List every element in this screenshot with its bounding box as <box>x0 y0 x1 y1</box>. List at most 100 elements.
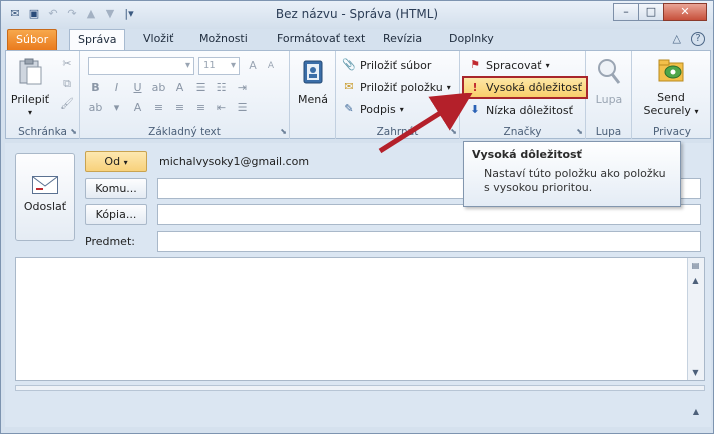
window-title: Bez názvu - Správa (HTML) <box>275 7 439 21</box>
align-center-icon[interactable]: ≡ <box>172 101 187 114</box>
dialog-launcher-icon[interactable]: ⬊ <box>280 127 287 136</box>
message-body[interactable]: ▤ ▲ ▼ <box>15 257 705 381</box>
chevron-down-icon: ▾ <box>113 101 120 114</box>
format-row-1: B I U ab A ☰ ☷ ⇥ <box>88 81 250 94</box>
minimize-button[interactable]: – <box>613 3 639 21</box>
tab-review[interactable]: Revízia <box>375 29 430 51</box>
high-importance-label: Vysoká dôležitosť <box>486 81 583 94</box>
tab-message[interactable]: Správa <box>69 29 126 51</box>
copy-icon[interactable]: ⧉ <box>60 77 74 91</box>
cc-button[interactable]: Kópia... <box>85 204 147 225</box>
group-label-basic-text: Základný text <box>148 126 221 138</box>
maximize-button[interactable]: □ <box>638 3 664 21</box>
dialog-launcher-icon[interactable]: ⬊ <box>576 127 583 136</box>
send-button[interactable]: Odoslať <box>15 153 75 241</box>
font-size-value: 11 <box>203 60 216 71</box>
outdent-icon[interactable]: ⇤ <box>214 101 229 114</box>
tab-file[interactable]: Súbor <box>7 29 58 51</box>
tab-format-text[interactable]: Formátovať text <box>269 29 373 51</box>
indent-icon[interactable]: ⇥ <box>235 81 250 94</box>
minimize-ribbon-icon[interactable]: △ <box>673 32 681 46</box>
align-right-icon[interactable]: ≡ <box>193 101 208 114</box>
align-justify-icon[interactable]: ☰ <box>235 101 250 114</box>
group-privacy: Send Securely ▾ Privacy <box>632 51 712 139</box>
expand-people-pane-icon[interactable]: ▲ <box>689 405 703 419</box>
group-label-privacy: Privacy <box>652 126 692 138</box>
underline-icon[interactable]: U <box>130 81 145 94</box>
numbering-icon[interactable]: ☷ <box>214 81 229 94</box>
paste-button[interactable]: Prilepiť ▾ <box>10 57 50 119</box>
tab-options[interactable]: Možnosti <box>191 29 256 51</box>
low-importance-button[interactable]: ⬇ Nízka dôležitosť <box>468 100 573 120</box>
ribbon: Prilepiť ▾ ✂ ⧉ 🖌 Schránka ⬊ ▾ 11 ▾ A A B … <box>5 50 711 139</box>
from-button[interactable]: Od ▾ <box>85 151 147 172</box>
group-label-tags: Značky <box>503 126 542 138</box>
followup-button[interactable]: ⚑ Spracovať ▾ <box>468 55 550 75</box>
format-painter-icon[interactable]: 🖌 <box>60 97 74 111</box>
font-color-icon[interactable]: A <box>172 81 187 94</box>
help-icon[interactable]: ? <box>691 32 705 46</box>
signature-icon: ✎ <box>344 102 354 115</box>
names-label: Mená <box>298 93 328 106</box>
dialog-launcher-icon[interactable]: ⬊ <box>70 127 77 136</box>
paste-icon <box>19 58 42 85</box>
chevron-down-icon: ▾ <box>694 107 699 116</box>
chevron-down-icon: ▾ <box>27 108 32 117</box>
address-book-icon <box>303 60 323 84</box>
close-button[interactable]: ✕ <box>663 3 707 21</box>
horizontal-scrollbar[interactable] <box>15 385 705 391</box>
magnifier-icon <box>598 59 621 84</box>
ribbon-tabs: Súbor Správa Vložiť Možnosti Formátovať … <box>1 29 713 51</box>
grow-font-icon[interactable]: A <box>246 59 260 73</box>
tab-insert[interactable]: Vložiť <box>135 29 181 51</box>
zoom-button[interactable]: Lupa <box>590 57 628 106</box>
window-controls: – □ ✕ <box>613 3 707 21</box>
subject-label: Predmet: <box>85 235 135 248</box>
align-left-icon[interactable]: ≡ <box>151 101 166 114</box>
flag-icon: ⚑ <box>470 58 480 71</box>
secure-folder-icon <box>658 59 684 82</box>
title-bar: ✉ ▣ ↶ ↷ ▲ ▼ |▾ Bez názvu - Správa (HTML)… <box>1 1 713 29</box>
shrink-font-icon[interactable]: A <box>264 59 278 73</box>
italic-icon[interactable]: I <box>109 81 124 94</box>
names-button[interactable]: Mená <box>294 57 332 106</box>
send-securely-label-2: Securely ▾ <box>643 104 699 117</box>
to-button[interactable]: Komu... <box>85 178 147 199</box>
bold-icon[interactable]: B <box>88 81 103 94</box>
high-importance-button[interactable]: ! Vysoká dôležitosť <box>462 76 589 99</box>
annotation-arrow <box>378 93 473 154</box>
text-color-icon[interactable]: A <box>130 101 145 114</box>
tooltip-high-importance: Vysoká dôležitosť Nastaví túto položku a… <box>463 141 681 207</box>
tab-addins[interactable]: Doplnky <box>441 29 502 51</box>
group-label-clipboard: Schránka <box>18 126 67 138</box>
tooltip-title: Vysoká dôležitosť <box>472 148 582 161</box>
vertical-scrollbar[interactable]: ▤ ▲ ▼ <box>687 258 704 380</box>
scroll-down-icon[interactable]: ▼ <box>688 365 703 380</box>
cc-field[interactable] <box>157 204 701 225</box>
clear-format-icon[interactable]: ab <box>88 101 103 114</box>
paperclip-icon: 📎 <box>342 58 356 71</box>
font-size-combo[interactable]: 11 ▾ <box>198 57 240 75</box>
group-zoom: Lupa Lupa <box>586 51 632 139</box>
chevron-down-icon: ▾ <box>123 158 128 167</box>
tooltip-body: Nastaví túto položku ako položku s vysok… <box>484 167 666 194</box>
chevron-down-icon: ▾ <box>545 60 550 70</box>
ribbon-right-icons: △ ? <box>673 32 705 46</box>
ruler-icon[interactable]: ▤ <box>688 258 703 273</box>
scroll-up-icon[interactable]: ▲ <box>688 273 703 288</box>
zoom-label: Lupa <box>595 93 623 106</box>
group-label-zoom: Lupa <box>595 126 622 138</box>
send-securely-label-1: Send <box>657 91 685 104</box>
group-basic-text: ▾ 11 ▾ A A B I U ab A ☰ ☷ ⇥ ab ▾ A ≡ ≡ ≡ … <box>80 51 290 139</box>
send-securely-button[interactable]: Send Securely ▾ <box>638 55 704 118</box>
envelope-icon: ✉ <box>344 80 354 93</box>
font-name-combo[interactable]: ▾ <box>88 57 194 75</box>
chevron-down-icon: ▾ <box>230 60 236 71</box>
cut-icon[interactable]: ✂ <box>60 57 74 71</box>
subject-field[interactable] <box>157 231 701 252</box>
highlight-icon[interactable]: ab <box>151 81 166 94</box>
outlook-message-window: ✉ ▣ ↶ ↷ ▲ ▼ |▾ Bez názvu - Správa (HTML)… <box>0 0 714 434</box>
bullets-icon[interactable]: ☰ <box>193 81 208 94</box>
low-importance-label: Nízka dôležitosť <box>486 103 573 117</box>
attach-file-button[interactable]: 📎 Priložiť súbor <box>342 55 431 75</box>
